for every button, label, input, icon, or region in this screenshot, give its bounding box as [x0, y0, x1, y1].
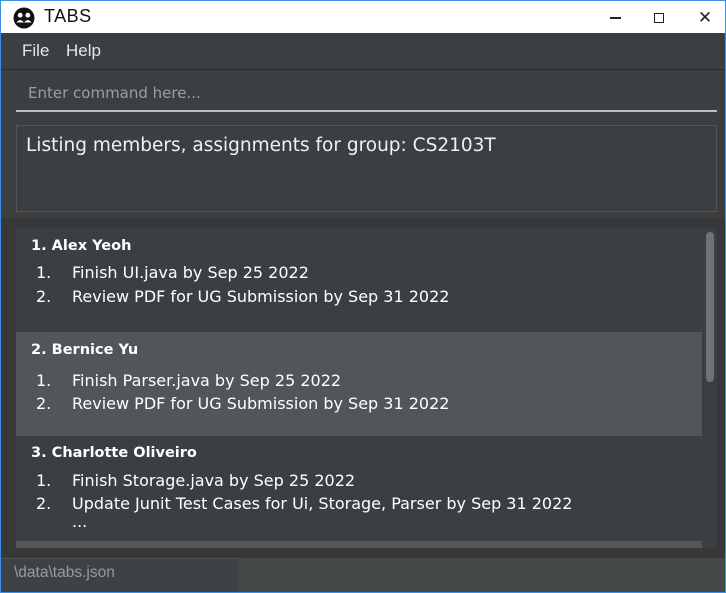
- result-message: Listing members, assignments for group: …: [26, 135, 496, 156]
- assignment-number: 2.: [36, 494, 52, 513]
- menu-bar: File Help: [1, 33, 725, 70]
- save-location-panel: \data\tabs.json: [1, 558, 239, 592]
- member-index: 1.: [31, 238, 47, 254]
- window-title: TABS: [44, 6, 92, 26]
- minimize-icon: [609, 17, 621, 19]
- assignment-item: 1. Finish Parser.java by Sep 25 2022: [36, 371, 341, 390]
- assignment-item: 1. Finish UI.java by Sep 25 2022: [36, 263, 309, 282]
- result-display[interactable]: Listing members, assignments for group: …: [16, 125, 717, 212]
- assignment-text: Review PDF for UG Submission by Sep 31 2…: [72, 394, 450, 413]
- app-window: TABS ✕ File Help Listing members, assign…: [0, 0, 726, 593]
- assignment-number: 1.: [36, 371, 52, 390]
- member-index: 3.: [31, 445, 47, 461]
- minimize-button[interactable]: [595, 5, 635, 31]
- more-assignments-indicator: ...: [72, 512, 88, 531]
- assignment-item: 2. Update Junit Test Cases for Ui, Storag…: [36, 494, 572, 513]
- assignment-number: 2.: [36, 287, 52, 306]
- member-card[interactable]: 2. Bernice Yu 1. Finish Parser.java by Se…: [16, 332, 702, 436]
- member-name-text: Alex Yeoh: [51, 238, 132, 254]
- member-name: 3. Charlotte Oliveiro: [31, 445, 197, 461]
- result-display-area: Listing members, assignments for group: …: [1, 120, 725, 218]
- command-box: [1, 70, 725, 120]
- menu-file[interactable]: File: [22, 41, 49, 61]
- member-name-text: Bernice Yu: [51, 342, 139, 358]
- assignment-number: 1.: [36, 263, 52, 282]
- assignment-text: Finish UI.java by Sep 25 2022: [72, 263, 309, 282]
- member-name: 2. Bernice Yu: [31, 342, 138, 358]
- assignment-item: 2. Review PDF for UG Submission by Sep 31…: [36, 287, 449, 306]
- assignment-text: Finish Parser.java by Sep 25 2022: [72, 371, 342, 390]
- close-icon: ✕: [697, 8, 713, 28]
- title-bar[interactable]: TABS ✕: [1, 1, 725, 33]
- scrollbar-thumb[interactable]: [706, 232, 714, 382]
- list-scrollbar[interactable]: [706, 232, 714, 544]
- maximize-button[interactable]: [639, 5, 679, 31]
- people-group-icon: [13, 7, 35, 29]
- command-input[interactable]: [16, 76, 717, 112]
- assignment-number: 1.: [36, 471, 52, 490]
- member-name: 1. Alex Yeoh: [31, 238, 131, 254]
- close-button[interactable]: ✕: [685, 5, 725, 31]
- menu-help[interactable]: Help: [66, 41, 101, 61]
- assignment-number: 2.: [36, 394, 52, 413]
- maximize-icon: [654, 13, 664, 23]
- assignment-item: 1. Finish Storage.java by Sep 25 2022: [36, 471, 355, 490]
- assignment-item: 2. Review PDF for UG Submission by Sep 31…: [36, 394, 449, 413]
- save-file-path: \data\tabs.json: [14, 564, 115, 581]
- assignment-text: Review PDF for UG Submission by Sep 31 2…: [72, 287, 450, 306]
- member-card[interactable]: 3. Charlotte Oliveiro 1. Finish Storage.j…: [16, 436, 702, 541]
- member-list-area: 1. Alex Yeoh 1. Finish UI.java by Sep 25 …: [1, 218, 725, 558]
- member-name-text: Charlotte Oliveiro: [51, 445, 197, 461]
- member-list[interactable]: 1. Alex Yeoh 1. Finish UI.java by Sep 25 …: [16, 228, 717, 548]
- member-index: 2.: [31, 342, 47, 358]
- member-card[interactable]: 1. Alex Yeoh 1. Finish UI.java by Sep 25 …: [16, 228, 702, 332]
- assignment-text: Update Junit Test Cases for Ui, Storage,…: [72, 494, 573, 513]
- assignment-text: Finish Storage.java by Sep 25 2022: [72, 471, 356, 490]
- status-bar: \data\tabs.json: [1, 558, 725, 592]
- member-card-partial[interactable]: [16, 541, 702, 548]
